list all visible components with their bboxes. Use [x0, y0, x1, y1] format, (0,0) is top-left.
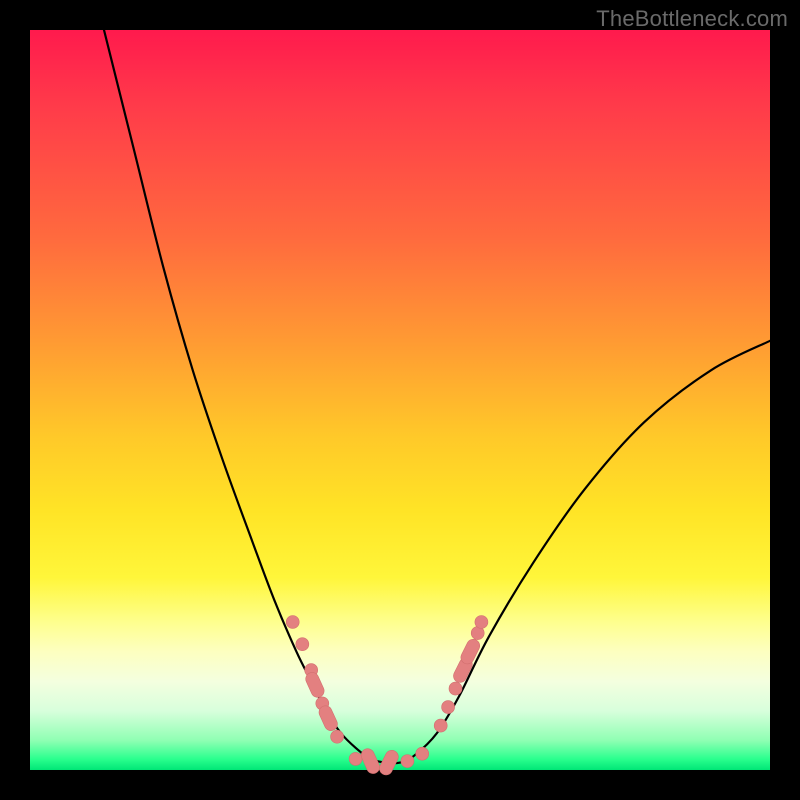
curve-marker — [442, 701, 455, 714]
curve-marker — [349, 752, 362, 765]
watermark-text: TheBottleneck.com — [596, 6, 788, 32]
curve-marker — [475, 616, 488, 629]
curve-marker — [331, 730, 344, 743]
curve-marker — [434, 719, 447, 732]
curve-marker — [416, 747, 429, 760]
marker-layer — [286, 616, 488, 778]
curve-marker — [401, 755, 414, 768]
curve-marker — [449, 682, 462, 695]
curve-marker — [296, 638, 309, 651]
curve-marker — [304, 670, 327, 699]
bottleneck-curve — [104, 30, 770, 763]
curve-marker — [459, 637, 482, 666]
curve-marker — [286, 616, 299, 629]
plot-area — [30, 30, 770, 770]
chart-svg — [30, 30, 770, 770]
outer-frame: TheBottleneck.com — [0, 0, 800, 800]
curve-marker — [317, 704, 340, 733]
